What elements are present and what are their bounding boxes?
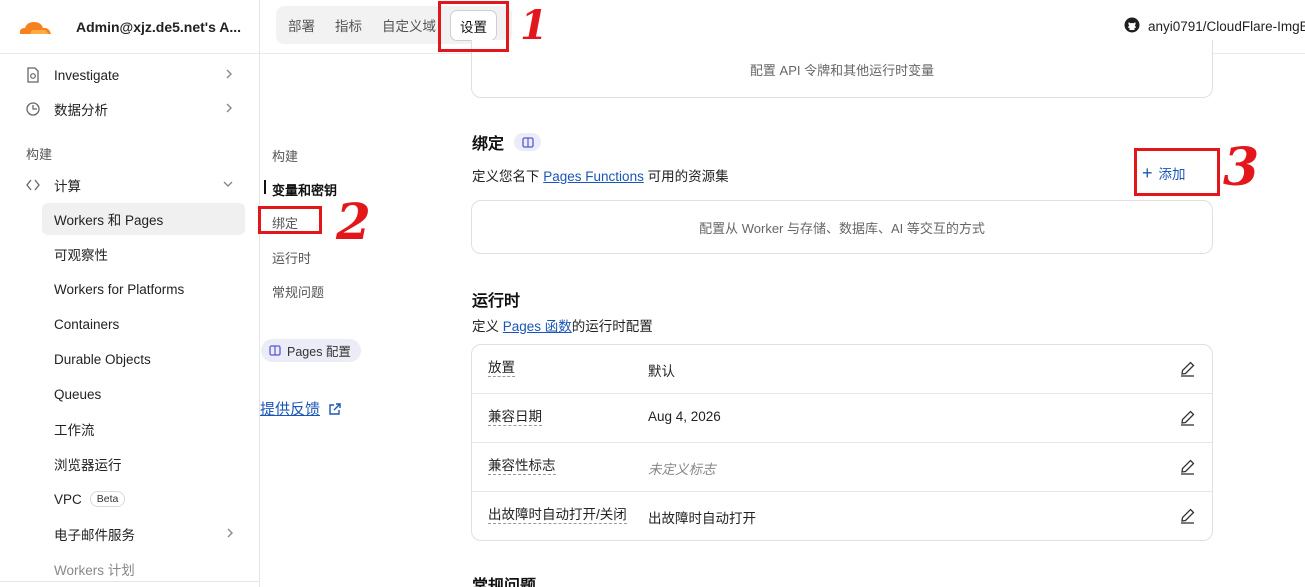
subnav-build[interactable]: 构建	[272, 146, 298, 165]
subnav-variables[interactable]: 变量和密钥	[272, 180, 337, 199]
chevron-right-icon	[224, 101, 234, 118]
sidebar-sub-workers-platforms[interactable]: Workers for Platforms	[42, 273, 245, 305]
faq-title: 常规问题	[472, 578, 537, 587]
subnav-runtime[interactable]: 运行时	[272, 248, 311, 267]
pencil-icon[interactable]	[1179, 360, 1196, 382]
sidebar-item-label: 数据分析	[54, 103, 108, 118]
repo-name: anyi0791/CloudFlare-ImgB	[1148, 19, 1305, 34]
github-icon	[1124, 17, 1140, 36]
pages-config-label: Pages 配置	[287, 345, 351, 359]
bindings-desc-prefix: 定义您名下	[472, 169, 540, 184]
bindings-description: 定义您名下 Pages Functions 可用的资源集	[472, 165, 729, 185]
table-row: 放置 默认	[472, 345, 1212, 394]
tab-deployments[interactable]: 部署	[288, 15, 315, 35]
row-key[interactable]: 出故障时自动打开/关闭	[488, 507, 627, 524]
row-key[interactable]: 兼容性标志	[488, 458, 556, 475]
sidebar-sub-workflows[interactable]: 工作流	[42, 413, 245, 445]
runtime-description: 定义 Pages 函数的运行时配置	[472, 315, 653, 335]
row-value: Aug 4, 2026	[648, 409, 721, 424]
chevron-right-icon	[224, 67, 234, 84]
sidebar-sub-label: 电子邮件服务	[54, 528, 135, 543]
annotation-box-settings-tab	[438, 1, 509, 52]
sidebar-sub-durable-objects[interactable]: Durable Objects	[42, 343, 245, 375]
document-search-icon	[24, 66, 42, 84]
sidebar-sub-label: VPC	[54, 491, 82, 507]
pencil-icon[interactable]	[1179, 409, 1196, 431]
annotation-box-add-button	[1134, 148, 1220, 196]
sidebar-sub-email[interactable]: 电子邮件服务	[42, 518, 245, 550]
code-diamond-icon	[24, 176, 42, 194]
sidebar-item-label: 计算	[54, 179, 81, 194]
tab-metrics[interactable]: 指标	[335, 15, 362, 35]
feedback-link[interactable]: 提供反馈	[260, 398, 342, 419]
table-row: 兼容性标志 未定义标志	[472, 443, 1212, 492]
sidebar-header: Admin@xjz.de5.net's A...	[0, 0, 259, 54]
pages-functions-link[interactable]: Pages Functions	[543, 169, 644, 184]
sidebar-sub-vpc[interactable]: VPC Beta	[42, 483, 245, 515]
sidebar-divider	[0, 581, 259, 582]
variables-card: 配置 API 令牌和其他运行时变量	[471, 40, 1213, 98]
external-link-icon	[328, 402, 342, 416]
cloudflare-logo-icon[interactable]	[16, 17, 54, 37]
sidebar: Admin@xjz.de5.net's A... Investigate 数据分…	[0, 0, 260, 587]
chevron-down-icon	[222, 177, 234, 194]
row-value: 出故障时自动打开	[648, 511, 756, 526]
repo-link[interactable]: anyi0791/CloudFlare-ImgB	[1124, 17, 1305, 36]
pages-config-pill[interactable]: Pages 配置	[261, 339, 361, 362]
sidebar-item-analytics[interactable]: 数据分析	[18, 93, 244, 125]
tab-custom-domains[interactable]: 自定义域	[382, 15, 436, 35]
bindings-desc-suffix: 可用的资源集	[647, 169, 729, 184]
sidebar-section-build: 构建	[26, 147, 53, 162]
account-name[interactable]: Admin@xjz.de5.net's A...	[76, 19, 241, 35]
subnav-active-indicator	[264, 180, 266, 194]
sidebar-sub-workers-pages[interactable]: Workers 和 Pages	[42, 203, 245, 235]
bindings-title: 绑定	[472, 130, 542, 154]
runtime-title: 运行时	[472, 293, 521, 310]
chevron-right-icon	[225, 526, 235, 543]
table-row: 兼容日期 Aug 4, 2026	[472, 394, 1212, 443]
pencil-icon[interactable]	[1179, 507, 1196, 529]
table-row: 出故障时自动打开/关闭 出故障时自动打开	[472, 492, 1212, 541]
bindings-title-text: 绑定	[472, 136, 505, 153]
pencil-icon[interactable]	[1179, 458, 1196, 480]
sidebar-item-compute[interactable]: 计算	[18, 169, 244, 201]
row-key[interactable]: 放置	[488, 360, 515, 377]
subnav-faq[interactable]: 常规问题	[272, 282, 324, 301]
row-key[interactable]: 兼容日期	[488, 409, 542, 426]
feedback-label: 提供反馈	[260, 401, 321, 418]
row-value: 默认	[648, 364, 675, 379]
pages-functions-link[interactable]: Pages 函数	[503, 319, 572, 334]
sidebar-sub-containers[interactable]: Containers	[42, 308, 245, 340]
bindings-empty-text: 配置从 Worker 与存储、数据库、AI 等交互的方式	[699, 220, 985, 236]
bindings-empty-card: 配置从 Worker 与存储、数据库、AI 等交互的方式	[471, 200, 1213, 254]
beta-badge: Beta	[89, 491, 126, 507]
runtime-table: 放置 默认 兼容日期 Aug 4, 2026 兼容性标志 未定义标志 出故障时自…	[471, 344, 1213, 541]
annotation-number-3: 3	[1223, 137, 1260, 198]
runtime-desc-prefix: 定义	[472, 319, 499, 334]
runtime-desc-suffix: 的运行时配置	[571, 319, 653, 334]
clock-chart-icon	[24, 100, 42, 118]
sidebar-item-label: Investigate	[54, 67, 120, 83]
sidebar-item-investigate[interactable]: Investigate	[18, 59, 244, 91]
annotation-box-bindings	[258, 206, 322, 234]
annotation-number-2: 2	[336, 192, 371, 251]
book-icon	[269, 345, 281, 356]
sidebar-sub-observability[interactable]: 可观察性	[42, 238, 245, 270]
annotation-number-1: 1	[520, 2, 548, 49]
sidebar-sub-browser-run[interactable]: 浏览器运行	[42, 448, 245, 480]
book-icon[interactable]	[514, 133, 542, 151]
row-value: 未定义标志	[648, 462, 716, 477]
variables-card-text: 配置 API 令牌和其他运行时变量	[749, 63, 935, 78]
sidebar-sub-queues[interactable]: Queues	[42, 378, 245, 410]
